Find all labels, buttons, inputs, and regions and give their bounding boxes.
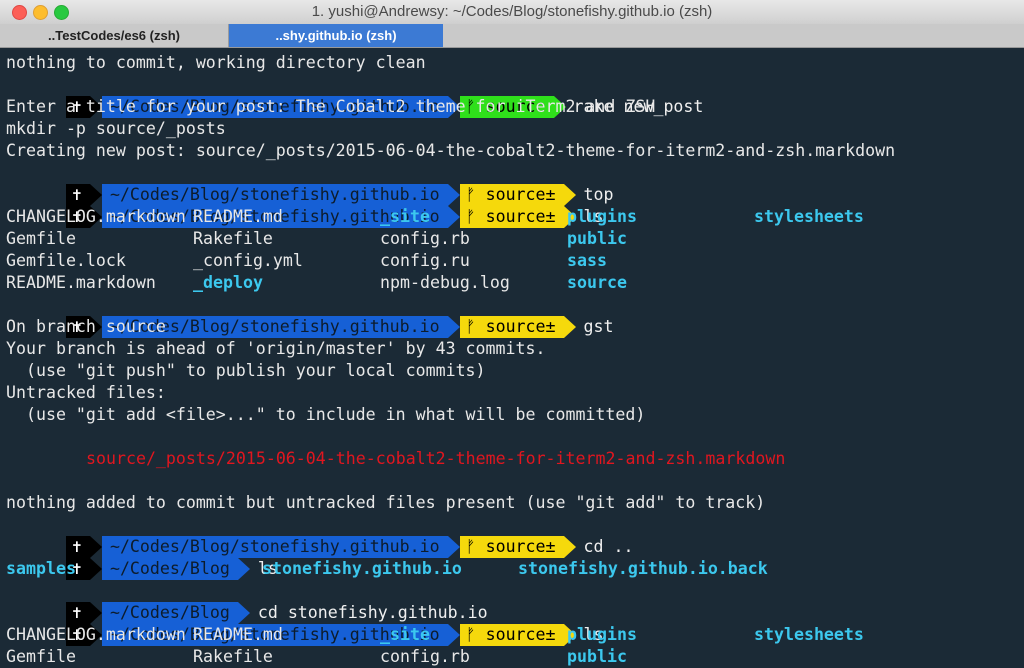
file-entry: _config.yml <box>193 251 303 270</box>
file-entry: Gemfile.lock <box>6 251 126 270</box>
output-line: Creating new post: source/_posts/2015-06… <box>6 141 896 160</box>
prompt-line: ✝ ~/Codes/Blog/stonefishy.github.io ᚠ sour… <box>6 294 614 338</box>
directory-entry: public <box>567 229 627 248</box>
tab-stonefishy[interactable]: ..shy.github.io (zsh) <box>229 24 443 47</box>
file-entry: README.md <box>193 625 283 644</box>
file-entry: CHANGELOG.markdown <box>6 625 186 644</box>
command-text: cd .. <box>583 537 634 556</box>
output-line: nothing added to commit but untracked fi… <box>6 493 766 512</box>
ls-row: Gemfile Rakefile config.rb public <box>6 228 627 250</box>
output-line: Your branch is ahead of 'origin/master' … <box>6 339 546 358</box>
prompt-directory: ~/Codes/Blog <box>101 558 250 580</box>
prompt-line: ✝ ~/Codes/Blog/stonefishy.github.io ᚠ sour… <box>6 514 633 558</box>
title-bar: 1. yushi@Andrewsy: ~/Codes/Blog/stonefis… <box>0 0 1024 25</box>
file-entry: config.rb <box>380 229 470 248</box>
directory-entry: plugins <box>567 625 637 644</box>
output-line: mkdir -p source/_posts <box>6 119 226 138</box>
directory-entry: _deploy <box>193 273 263 292</box>
file-entry: Rakefile <box>193 647 273 666</box>
untracked-file: source/_posts/2015-06-04-the-cobalt2-the… <box>86 449 786 468</box>
directory-entry: _site <box>380 625 430 644</box>
directory-entry: stylesheets <box>754 207 864 226</box>
tab-bar-empty-area <box>443 24 1024 47</box>
output-line: Untracked files: <box>6 383 166 402</box>
tab-bar: ..TestCodes/es6 (zsh) ..shy.github.io (z… <box>0 24 1024 48</box>
file-entry: Gemfile <box>6 647 76 666</box>
directory-entry: sass <box>567 251 607 270</box>
output-line: On branch source <box>6 317 166 336</box>
prompt-line: ✝ ~/Codes/Blog/stonefishy.github.io ᚠ sour… <box>6 74 703 118</box>
file-entry: Gemfile <box>6 229 76 248</box>
directory-entry: plugins <box>567 207 637 226</box>
directory-entry: source <box>567 273 627 292</box>
git-branch-badge: ᚠ source± <box>459 624 576 646</box>
terminal-window: 1. yushi@Andrewsy: ~/Codes/Blog/stonefis… <box>0 0 1024 668</box>
window-title: 1. yushi@Andrewsy: ~/Codes/Blog/stonefis… <box>311 3 713 20</box>
command-text: gst <box>583 317 614 336</box>
directory-entry: public <box>567 647 627 666</box>
directory-entry: stonefishy.github.io <box>262 559 462 578</box>
file-entry: config.rb <box>380 647 470 666</box>
directory-entry: _site <box>380 207 430 226</box>
directory-entry: samples <box>6 559 76 578</box>
prompt-line: ✝ ~/Codes/Blog/stonefishy.github.io ᚠ sour… <box>6 184 604 228</box>
file-entry: README.markdown <box>6 273 156 292</box>
ls-row: Gemfile Rakefile config.rb public <box>6 646 627 668</box>
tab-testcodes[interactable]: ..TestCodes/es6 (zsh) <box>0 24 229 47</box>
git-branch-badge: ᚠ source± <box>459 536 576 558</box>
prompt-line: ✝ ~/Codes/Blog/stonefishy.github.io ᚠ sour… <box>6 602 604 646</box>
file-entry: CHANGELOG.markdown <box>6 207 186 226</box>
output-line: (use "git push" to publish your local co… <box>6 361 486 380</box>
file-entry: Rakefile <box>193 229 273 248</box>
ls-row: Gemfile.lock _config.yml config.ru sass <box>6 250 607 272</box>
output-line: Enter a title for your post: The Cobalt2… <box>6 97 656 116</box>
git-branch-badge: ᚠ source± <box>459 206 576 228</box>
terminal-output[interactable]: nothing to commit, working directory cle… <box>0 48 1024 668</box>
directory-entry: stylesheets <box>754 625 864 644</box>
prompt-line: ✝ ~/Codes/Blog cd stonefishy.github.io <box>6 580 488 624</box>
git-branch-badge: ᚠ source± <box>459 316 576 338</box>
file-entry: config.ru <box>380 251 470 270</box>
directory-entry: stonefishy.github.io.back <box>518 559 768 578</box>
file-entry: README.md <box>193 207 283 226</box>
ls-row: CHANGELOG.markdown README.md _site plugi… <box>6 206 864 228</box>
ls-row: README.markdown _deploy npm-debug.log so… <box>6 272 627 294</box>
prompt-line: ✝ ~/Codes/Blog ls <box>6 536 278 580</box>
prompt-line: ✝ ~/Codes/Blog/stonefishy.github.io ᚠ sour… <box>6 162 614 206</box>
file-entry: npm-debug.log <box>380 273 510 292</box>
output-line: (use "git add <file>..." to include in w… <box>6 405 646 424</box>
ls-row: CHANGELOG.markdown README.md _site plugi… <box>6 624 864 646</box>
output-line: nothing to commit, working directory cle… <box>6 53 426 72</box>
ls-row: samples stonefishy.github.io stonefishy.… <box>6 558 768 580</box>
